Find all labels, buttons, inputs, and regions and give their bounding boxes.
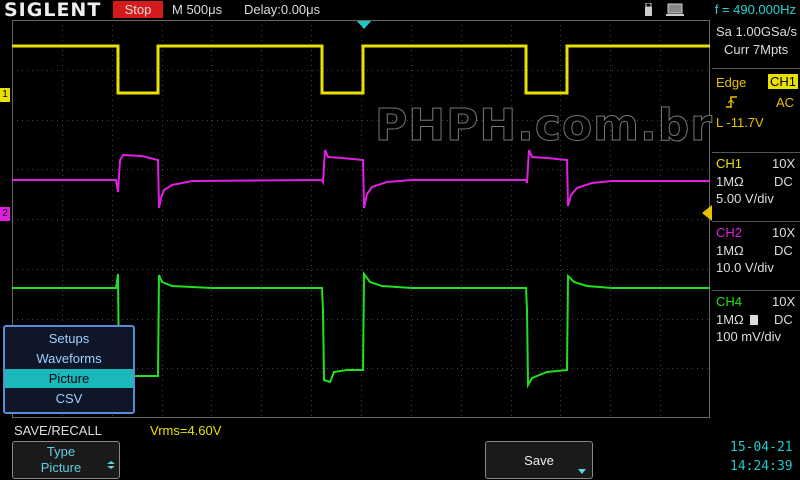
trigger-source: CH1: [768, 74, 798, 89]
menu-item-setups[interactable]: Setups: [5, 329, 133, 348]
usb-icon: [644, 2, 653, 16]
right-info-panel: Sa 1.00GSa/s Curr 7Mpts Edge CH1 AC L -1…: [712, 20, 800, 420]
memory-depth: Curr 7Mpts: [724, 42, 789, 57]
rising-edge-icon: [726, 95, 738, 108]
ch2-info-box[interactable]: CH2 10X 1MΩ DC 10.0 V/div: [712, 221, 800, 278]
ch2-label: CH2: [716, 225, 743, 240]
trigger-type: Edge: [716, 75, 747, 90]
vrms-measurement: Vrms=4.60V: [150, 423, 222, 438]
run-stop-indicator[interactable]: Stop: [113, 1, 163, 18]
ch2-coupling: DC: [774, 243, 793, 258]
trigger-level-marker[interactable]: [702, 205, 712, 221]
ch1-info-box[interactable]: CH1 10X 1MΩ DC 5.00 V/div: [712, 152, 800, 209]
type-softkey-value: Picture: [40, 460, 82, 475]
trigger-coupling: AC: [776, 95, 795, 110]
ch1-scale: 5.00 V/div: [716, 191, 774, 206]
menu-item-waveforms[interactable]: Waveforms: [5, 349, 133, 368]
ch1-ground-marker[interactable]: 1: [0, 88, 10, 102]
save-button[interactable]: Save: [485, 441, 593, 479]
ch1-coupling: DC: [774, 174, 793, 189]
frequency-counter: f = 490.000Hz: [714, 2, 796, 17]
ch2-scale: 10.0 V/div: [716, 260, 774, 275]
ch1-probe: 10X: [772, 156, 796, 171]
save-type-menu: Setups Waveforms Picture CSV: [3, 325, 135, 414]
spin-arrow-icon: [107, 456, 115, 469]
type-softkey[interactable]: Type Picture: [12, 441, 120, 479]
ch4-label: CH4: [716, 294, 743, 309]
bandwidth-limit-icon: [750, 315, 758, 325]
timebase-readout[interactable]: M 500μs: [172, 0, 222, 20]
ch4-coupling: DC: [774, 312, 793, 327]
menu-title: SAVE/RECALL: [14, 423, 102, 438]
ch2-waveform: [12, 149, 710, 209]
ch2-probe: 10X: [772, 225, 796, 240]
ch4-probe: 10X: [772, 294, 796, 309]
watermark: PHPH.com.br: [375, 100, 713, 152]
ch4-info-box[interactable]: CH4 10X 1MΩ DC 100 mV/div: [712, 290, 800, 347]
ch1-label: CH1: [716, 156, 743, 171]
menu-item-csv[interactable]: CSV: [5, 389, 133, 408]
ch1-impedance: 1MΩ: [716, 174, 744, 189]
time-display: 14:24:39: [730, 459, 793, 474]
menu-item-picture[interactable]: Picture: [5, 369, 133, 388]
trigger-level: L -11.7V: [716, 115, 764, 130]
ch4-impedance: 1MΩ: [716, 312, 744, 327]
trigger-box[interactable]: Edge CH1 AC L -11.7V: [712, 68, 800, 133]
ch4-scale: 100 mV/div: [716, 329, 782, 344]
ch2-ground-marker[interactable]: 2: [0, 207, 10, 221]
bottom-menu-bar: SAVE/RECALL Vrms=4.60V Type Picture Save…: [0, 420, 800, 480]
brand-logo: SIGLENT: [4, 0, 102, 21]
ch2-impedance: 1MΩ: [716, 243, 744, 258]
date-display: 15-04-21: [730, 440, 793, 455]
down-arrow-icon: [578, 462, 586, 474]
save-button-label: Save: [524, 453, 554, 468]
delay-readout[interactable]: Delay:0.00μs: [244, 0, 320, 20]
network-icon: [666, 3, 686, 17]
type-softkey-label: Type: [46, 444, 76, 459]
sample-rate: Sa 1.00GSa/s: [716, 24, 797, 39]
